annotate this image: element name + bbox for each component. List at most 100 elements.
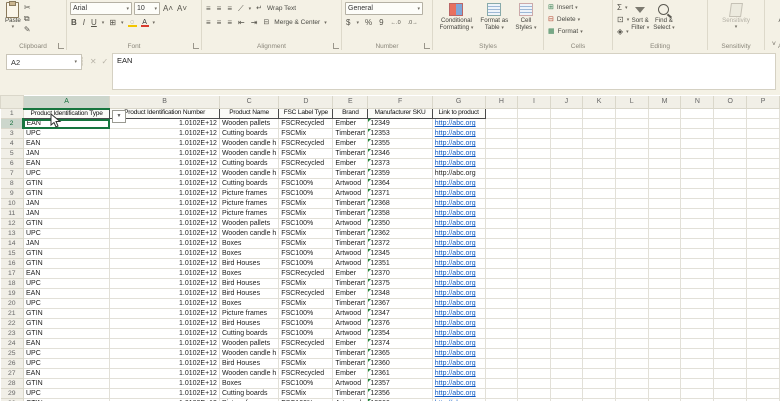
cell-empty[interactable] <box>614 138 649 149</box>
cell-empty[interactable] <box>647 198 682 209</box>
cell-empty[interactable] <box>582 118 616 129</box>
cell-empty[interactable] <box>647 118 682 129</box>
product-link[interactable]: http://abc.org <box>435 200 476 207</box>
cell-product-name[interactable]: Bird Houses <box>218 258 280 269</box>
number-dialog-launcher[interactable] <box>424 43 430 49</box>
row-header-13[interactable]: 13 <box>0 228 24 239</box>
cell-empty[interactable] <box>549 108 584 119</box>
column-title-5[interactable]: Brand <box>332 108 369 119</box>
cell-empty[interactable] <box>647 318 682 329</box>
cell-fsc-label[interactable]: FSCRecycled <box>278 158 334 169</box>
product-link[interactable]: http://abc.org <box>435 350 476 357</box>
cell-sku[interactable]: 12367 <box>367 298 433 309</box>
cell-empty[interactable] <box>614 148 649 159</box>
product-link[interactable]: http://abc.org <box>435 120 476 127</box>
cell-empty[interactable] <box>713 258 748 269</box>
row-header-24[interactable]: 24 <box>0 338 24 349</box>
row-header-8[interactable]: 8 <box>0 178 24 189</box>
cell-empty[interactable] <box>614 388 649 399</box>
cell-number[interactable]: 1.0102E+12 <box>109 358 220 369</box>
row-header-9[interactable]: 9 <box>0 188 24 199</box>
cell-brand[interactable]: Artwood <box>332 248 369 259</box>
currency-dropdown-icon[interactable]: ▾ <box>356 20 359 26</box>
cell-brand[interactable]: Artwood <box>332 318 369 329</box>
cell-empty[interactable] <box>680 298 715 309</box>
cell-link[interactable]: http://abc.org <box>431 228 486 239</box>
cell-empty[interactable] <box>614 108 649 119</box>
cell-type[interactable]: GTIN <box>22 218 111 229</box>
cell-brand[interactable]: Timberart <box>332 198 369 209</box>
cell-empty[interactable] <box>713 178 748 189</box>
cell-empty[interactable] <box>680 288 715 299</box>
cell-empty[interactable] <box>680 328 715 339</box>
cell-empty[interactable] <box>746 288 780 299</box>
cell-brand[interactable]: Ember <box>332 138 369 149</box>
row-header-6[interactable]: 6 <box>0 158 24 169</box>
cell-product-name[interactable]: Boxes <box>218 268 280 279</box>
name-box[interactable]: A2 ▾ <box>6 54 82 70</box>
orientation-dropdown-icon[interactable]: ▾ <box>249 6 252 12</box>
cell-type[interactable]: GTIN <box>22 378 111 389</box>
cell-empty[interactable] <box>582 348 616 359</box>
cell-number[interactable]: 1.0102E+12 <box>109 308 220 319</box>
cell-empty[interactable] <box>614 218 649 229</box>
cell-empty[interactable] <box>746 108 780 119</box>
cell-brand[interactable]: Timberart <box>332 348 369 359</box>
cell-number[interactable]: 1.0102E+12 <box>109 288 220 299</box>
cell-number[interactable]: 1.0102E+12 <box>109 208 220 219</box>
cell-empty[interactable] <box>549 178 584 189</box>
format-as-table-button[interactable]: Format as Table ▾ <box>478 2 510 31</box>
cell-link[interactable]: http://abc.org <box>431 368 486 379</box>
cell-type[interactable]: EAN <box>22 288 111 299</box>
font-size-select[interactable]: 10 ▾ <box>134 2 160 15</box>
cell-type[interactable]: GTIN <box>22 188 111 199</box>
cell-number[interactable]: 1.0102E+12 <box>109 378 220 389</box>
cell-empty[interactable] <box>582 218 616 229</box>
cell-empty[interactable] <box>549 288 584 299</box>
collapse-ribbon-chevron[interactable]: ˅ <box>772 41 776 48</box>
cell-empty[interactable] <box>680 168 715 179</box>
cell-empty[interactable] <box>549 228 584 239</box>
cell-product-name[interactable]: Bird Houses <box>218 358 280 369</box>
product-link[interactable]: http://abc.org <box>435 160 476 167</box>
cell-number[interactable]: 1.0102E+12 <box>109 298 220 309</box>
cell-empty[interactable] <box>713 268 748 279</box>
row-header-10[interactable]: 10 <box>0 198 24 209</box>
cell-fsc-label[interactable]: FSC100% <box>278 248 334 259</box>
cell-empty[interactable] <box>614 228 649 239</box>
cell-link[interactable]: http://abc.org <box>431 268 486 279</box>
cell-empty[interactable] <box>713 378 748 389</box>
cell-link[interactable]: http://abc.org <box>431 238 486 249</box>
cell-empty[interactable] <box>484 258 519 269</box>
cell-link[interactable]: http://abc.org <box>431 328 486 339</box>
cell-empty[interactable] <box>713 198 748 209</box>
cell-sku[interactable]: 12360 <box>367 358 433 369</box>
cell-empty[interactable] <box>746 218 780 229</box>
cell-type[interactable]: GTIN <box>22 248 111 259</box>
cell-empty[interactable] <box>647 138 682 149</box>
autosum-button[interactable]: Σ <box>616 3 623 13</box>
cell-empty[interactable] <box>517 368 551 379</box>
cell-empty[interactable] <box>582 208 616 219</box>
cell-empty[interactable] <box>582 228 616 239</box>
cell-empty[interactable] <box>517 158 551 169</box>
cancel-entry-icon[interactable]: ✕ <box>90 57 97 66</box>
cell-product-name[interactable]: Wooden candle h <box>218 138 280 149</box>
cell-sku[interactable]: 12346 <box>367 148 433 159</box>
cell-sku[interactable]: 12357 <box>367 378 433 389</box>
cell-sku[interactable]: 12376 <box>367 318 433 329</box>
column-header-O[interactable]: O <box>713 95 748 109</box>
cell-empty[interactable] <box>614 348 649 359</box>
cell-product-name[interactable]: Picture frames <box>218 208 280 219</box>
cell-product-name[interactable]: Wooden candle h <box>218 168 280 179</box>
column-header-F[interactable]: F <box>367 95 433 109</box>
cell-fsc-label[interactable]: FSC100% <box>278 308 334 319</box>
cell-empty[interactable] <box>680 198 715 209</box>
cell-empty[interactable] <box>746 258 780 269</box>
row-header-27[interactable]: 27 <box>0 368 24 379</box>
cell-empty[interactable] <box>582 188 616 199</box>
cell-sku[interactable]: 12371 <box>367 188 433 199</box>
cell-product-name[interactable]: Wooden pallets <box>218 338 280 349</box>
wrap-text-button[interactable]: Wrap Text <box>267 5 296 12</box>
cell-empty[interactable] <box>582 268 616 279</box>
